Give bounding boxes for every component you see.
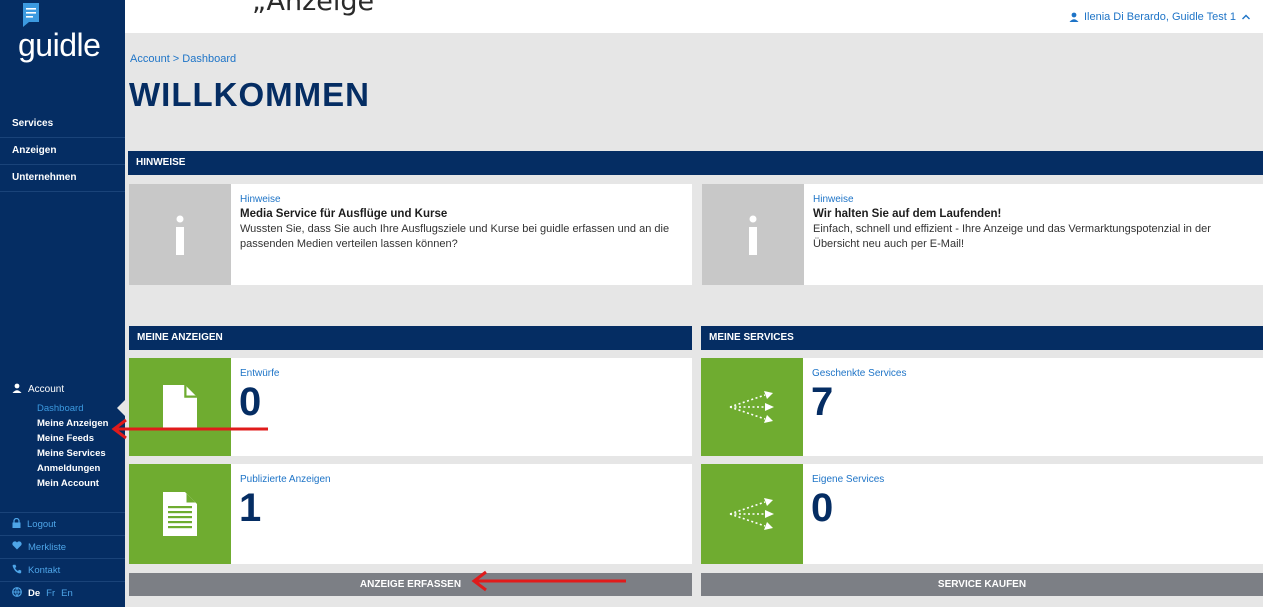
account-nav: Account Dashboard Meine Anzeigen Meine F…	[0, 381, 125, 491]
breadcrumb-current[interactable]: Dashboard	[182, 53, 236, 65]
red-arrow-icon	[471, 570, 626, 592]
geschenkte-services-count: 7	[811, 380, 834, 424]
publizierte-count: 1	[239, 486, 262, 530]
logout-label: Logout	[27, 518, 57, 530]
globe-icon	[12, 586, 22, 600]
eigene-services-label: Eigene Services	[812, 474, 885, 485]
merkliste-link[interactable]: Merkliste	[0, 535, 125, 558]
hinweise-header: HINWEISE	[128, 151, 1263, 175]
breadcrumb: Account > Dashboard	[130, 53, 236, 65]
heart-icon	[12, 541, 22, 553]
user-icon	[12, 383, 22, 396]
notice-card[interactable]: Hinweise Wir halten Sie auf dem Laufende…	[702, 184, 1263, 285]
user-icon	[1069, 12, 1079, 22]
lang-de[interactable]: De	[28, 588, 40, 599]
share-arrows-icon	[701, 464, 803, 564]
notice-title: Wir halten Sie auf dem Laufenden!	[813, 208, 1002, 220]
sidebar-item-anmeldungen[interactable]: Anmeldungen	[37, 461, 125, 476]
info-icon	[702, 184, 804, 285]
logout-link[interactable]: Logout	[0, 512, 125, 535]
notice-card[interactable]: Hinweise Media Service für Ausflüge und …	[129, 184, 692, 285]
sidebar-item-meine-services[interactable]: Meine Services	[37, 446, 125, 461]
phone-icon	[12, 564, 22, 577]
eigene-services-card[interactable]: Eigene Services 0	[701, 464, 1263, 564]
publizierte-card[interactable]: Publizierte Anzeigen 1	[129, 464, 692, 564]
notice-body: Einfach, schnell und effizient - Ihre An…	[813, 223, 1211, 250]
notice-label: Hinweise	[240, 194, 281, 205]
sidebar-footer: Logout Merkliste Kontakt De Fr En	[0, 512, 125, 604]
merkliste-label: Merkliste	[28, 541, 67, 553]
nav-item-anzeigen[interactable]: Anzeigen	[0, 138, 125, 165]
document-icon	[129, 358, 231, 456]
eigene-services-count: 0	[811, 486, 834, 530]
notice-label: Hinweise	[813, 194, 854, 205]
publizierte-label: Publizierte Anzeigen	[240, 474, 331, 485]
lock-icon	[12, 517, 21, 531]
main-nav: Services Anzeigen Unternehmen	[0, 111, 125, 192]
notice-body: Wussten Sie, dass Sie auch Ihre Ausflugs…	[240, 223, 670, 250]
active-pointer	[117, 400, 125, 416]
account-heading[interactable]: Account	[0, 381, 125, 398]
breadcrumb-account[interactable]: Account	[130, 53, 170, 65]
lang-fr[interactable]: Fr	[46, 588, 55, 599]
breadcrumb-separator: >	[169, 53, 183, 65]
entwuerfe-card[interactable]: Entwürfe 0	[129, 358, 692, 456]
sidebar: guidle Services Anzeigen Unternehmen Acc…	[0, 0, 125, 607]
document-lines-icon	[129, 464, 231, 564]
speech-bubble-icon	[22, 2, 40, 28]
geschenkte-services-card[interactable]: Geschenkte Services 7	[701, 358, 1263, 456]
lang-en[interactable]: En	[61, 588, 73, 599]
kontakt-label: Kontakt	[28, 564, 61, 576]
partial-overlay-text: „Anzeige	[252, 0, 375, 17]
nav-item-unternehmen[interactable]: Unternehmen	[0, 165, 125, 192]
user-menu[interactable]: Ilenia Di Berardo, Guidle Test 1	[1069, 11, 1251, 23]
entwuerfe-label: Entwürfe	[240, 368, 280, 379]
user-name: Ilenia Di Berardo, Guidle Test 1	[1083, 11, 1236, 23]
page-title: WILLKOMMEN	[129, 76, 370, 113]
notice-title: Media Service für Ausflüge und Kurse	[240, 208, 448, 220]
language-switcher: De Fr En	[0, 581, 125, 604]
sidebar-item-mein-account[interactable]: Mein Account	[37, 476, 125, 491]
share-arrows-icon	[701, 358, 803, 456]
service-kaufen-button[interactable]: SERVICE KAUFEN	[701, 573, 1263, 596]
account-label: Account	[28, 384, 65, 395]
chevron-up-icon	[1241, 13, 1251, 21]
top-bar: „Anzeige Ilenia Di Berardo, Guidle Test …	[0, 0, 1263, 33]
geschenkte-services-label: Geschenkte Services	[812, 368, 907, 379]
info-icon	[129, 184, 231, 285]
nav-item-services[interactable]: Services	[0, 111, 125, 138]
meine-services-header: MEINE SERVICES	[701, 326, 1263, 350]
meine-anzeigen-header: MEINE ANZEIGEN	[129, 326, 692, 350]
logo-text: guidle	[18, 27, 101, 63]
account-submenu: Dashboard Meine Anzeigen Meine Feeds Mei…	[0, 398, 125, 491]
red-arrow-icon	[111, 418, 268, 440]
sidebar-item-dashboard[interactable]: Dashboard	[37, 401, 125, 416]
kontakt-link[interactable]: Kontakt	[0, 558, 125, 581]
